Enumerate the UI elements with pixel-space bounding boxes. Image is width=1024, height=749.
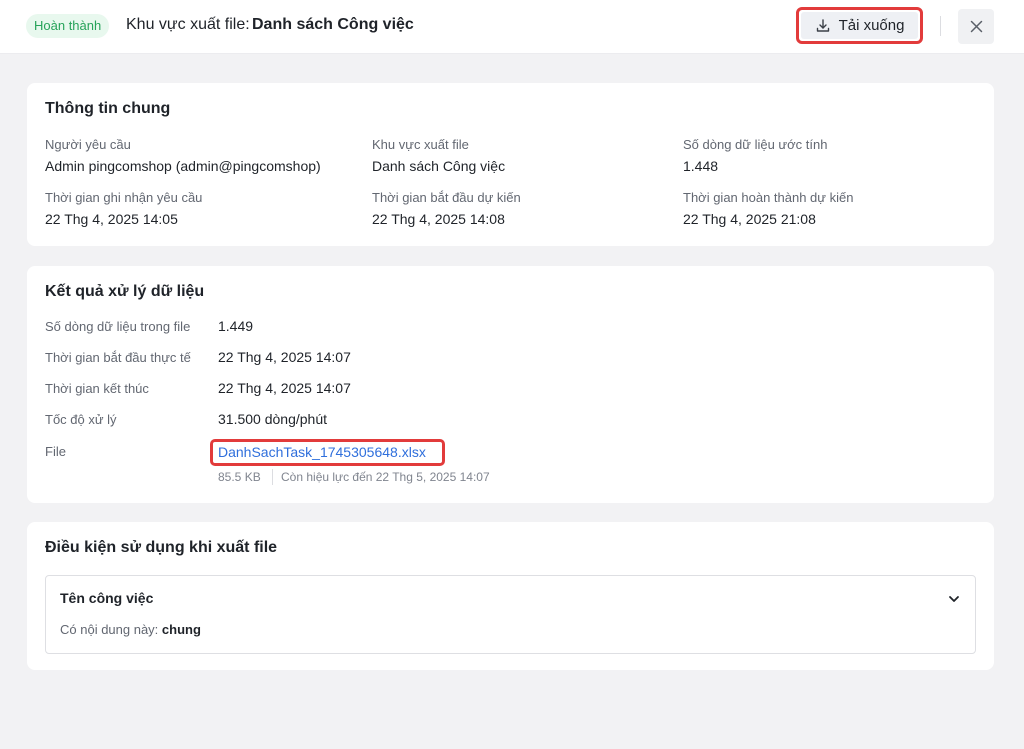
expected-start-value: 22 Thg 4, 2025 14:08 xyxy=(372,211,505,227)
result-card: Kết quả xử lý dữ liệu Số dòng dữ liệu tr… xyxy=(27,266,994,503)
speed-label: Tốc độ xử lý xyxy=(45,412,117,427)
estimated-rows-label: Số dòng dữ liệu ước tính xyxy=(683,137,828,152)
requester-value: Admin pingcomshop (admin@pingcomshop) xyxy=(45,158,321,174)
file-size: 85.5 KB xyxy=(218,470,261,484)
end-time-label: Thời gian kết thúc xyxy=(45,381,149,396)
condition-item[interactable]: Tên công việc Có nội dung này: chung xyxy=(45,575,976,654)
conditions-card: Điều kiện sử dụng khi xuất file Tên công… xyxy=(27,522,994,670)
file-rows-label: Số dòng dữ liệu trong file xyxy=(45,319,191,334)
speed-value: 31.500 dòng/phút xyxy=(218,411,327,427)
condition-text-label: Có nội dung này: xyxy=(60,622,159,637)
download-button-label: Tải xuống xyxy=(838,17,905,34)
download-button[interactable]: Tải xuống xyxy=(801,12,918,39)
general-info-title: Thông tin chung xyxy=(45,100,171,117)
request-time-label: Thời gian ghi nhận yêu cầu xyxy=(45,190,203,205)
result-title: Kết quả xử lý dữ liệu xyxy=(45,283,205,300)
conditions-title: Điều kiện sử dụng khi xuất file xyxy=(45,539,278,556)
actual-start-label: Thời gian bắt đầu thực tế xyxy=(45,350,191,365)
modal-header: Hoàn thành Khu vực xuất file: Danh sách … xyxy=(0,0,1024,54)
file-link-highlight: DanhSachTask_1745305648.xlsx xyxy=(210,439,445,466)
actual-start-value: 22 Thg 4, 2025 14:07 xyxy=(218,349,351,365)
download-button-highlight: Tải xuống xyxy=(796,7,923,44)
export-area-label: Khu vực xuất file xyxy=(372,137,469,152)
condition-name: Tên công việc xyxy=(60,590,154,606)
file-expiry: Còn hiệu lực đến 22 Thg 5, 2025 14:07 xyxy=(281,470,490,484)
close-button[interactable] xyxy=(958,9,994,44)
general-info-card: Thông tin chung Người yêu cầu Admin ping… xyxy=(27,83,994,246)
file-rows-value: 1.449 xyxy=(218,318,254,334)
file-meta-divider xyxy=(272,469,273,485)
header-title-name: Danh sách Công việc xyxy=(252,16,414,33)
header-divider xyxy=(940,16,941,36)
expected-finish-value: 22 Thg 4, 2025 21:08 xyxy=(683,211,816,227)
condition-text: Có nội dung này: chung xyxy=(60,622,201,637)
expected-start-label: Thời gian bắt đầu dự kiến xyxy=(372,190,521,205)
close-icon xyxy=(970,20,982,33)
requester-label: Người yêu cầu xyxy=(45,137,131,152)
estimated-rows-value: 1.448 xyxy=(683,158,719,174)
status-badge: Hoàn thành xyxy=(26,14,110,38)
condition-value: chung xyxy=(161,622,201,637)
download-icon xyxy=(816,18,829,32)
file-download-link[interactable]: DanhSachTask_1745305648.xlsx xyxy=(218,444,426,460)
request-time-value: 22 Thg 4, 2025 14:05 xyxy=(45,211,178,227)
header-title-prefix: Khu vực xuất file: xyxy=(126,16,250,33)
file-label: File xyxy=(45,444,66,459)
expected-finish-label: Thời gian hoàn thành dự kiến xyxy=(683,190,854,205)
chevron-down-icon[interactable] xyxy=(947,592,961,606)
export-area-value: Danh sách Công việc xyxy=(372,158,506,174)
end-time-value: 22 Thg 4, 2025 14:07 xyxy=(218,380,351,396)
